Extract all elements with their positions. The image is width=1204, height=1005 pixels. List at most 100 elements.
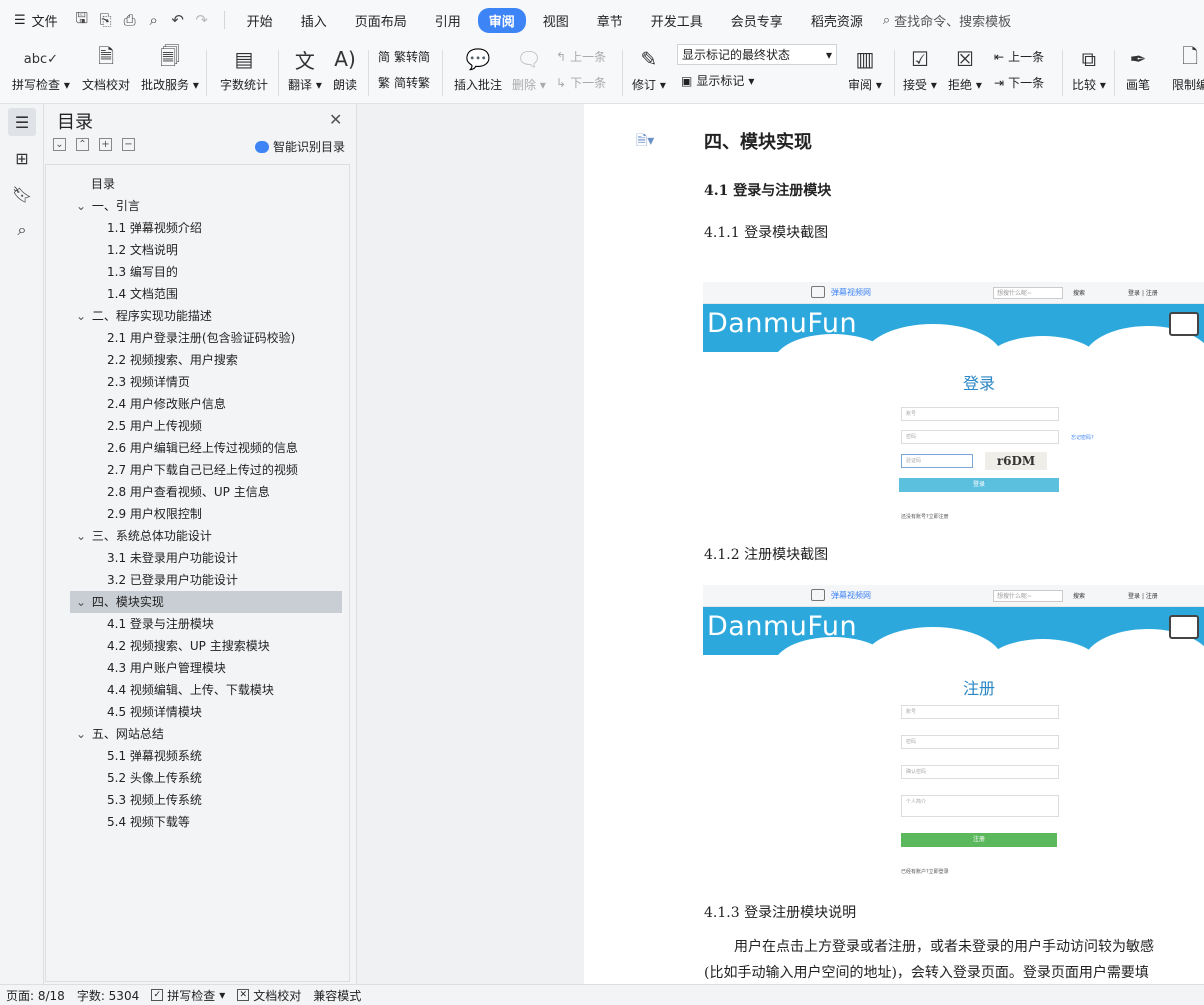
page-indicator[interactable]: 页面: 8/18: [0, 987, 71, 1004]
mascot-tv-icon: [1169, 312, 1199, 336]
word-count-button[interactable]: ▤ 字数统计: [220, 44, 268, 93]
export-icon[interactable]: ⎘: [98, 11, 114, 29]
tab-8[interactable]: 会员专享: [720, 8, 794, 33]
toc-item[interactable]: 1.4 文档范围: [46, 283, 342, 305]
toc-item[interactable]: 4.5 视频详情模块: [46, 701, 342, 723]
translate-button[interactable]: 文 翻译 ▾: [288, 44, 322, 93]
smart-toc-button[interactable]: 智能识别目录: [255, 138, 345, 155]
show-markup-button[interactable]: ▣ 显示标记 ▾: [681, 72, 754, 89]
toc-item[interactable]: 2.9 用户权限控制: [46, 503, 342, 525]
file-menu[interactable]: ☰ 文件: [0, 11, 68, 30]
status-doc-check[interactable]: ✕ 文档校对: [231, 987, 307, 1004]
collapse-down-icon[interactable]: ⌄: [53, 138, 66, 151]
tab-4[interactable]: 审阅: [477, 7, 526, 33]
tab-6[interactable]: 章节: [586, 8, 634, 33]
simp-to-trad-button[interactable]: 繁简转繁: [378, 74, 430, 91]
toc-item[interactable]: 4.4 视频编辑、上传、下载模块: [46, 679, 342, 701]
collapse-up-icon[interactable]: ⌃: [76, 138, 89, 151]
toc-item[interactable]: 4.2 视频搜索、UP 主搜索模块: [46, 635, 342, 657]
reject-button[interactable]: ☒ 拒绝 ▾: [948, 44, 982, 93]
tab-2[interactable]: 页面布局: [344, 8, 418, 33]
chevron-down-icon[interactable]: ⌄: [76, 727, 90, 741]
tab-7[interactable]: 开发工具: [640, 8, 714, 33]
insert-comment-label: 插入批注: [454, 78, 503, 92]
toc-item[interactable]: 4.1 登录与注册模块: [46, 613, 342, 635]
next-change-button[interactable]: ⇥ 下一条: [994, 74, 1044, 91]
toc-item[interactable]: 2.7 用户下载自己已经上传过的视频: [46, 459, 342, 481]
chevron-down-icon[interactable]: ⌄: [76, 199, 90, 213]
toc-item[interactable]: 2.8 用户查看视频、UP 主信息: [46, 481, 342, 503]
prev-comment-button[interactable]: ↰ 上一条: [556, 48, 606, 65]
undo-icon[interactable]: ↶: [170, 11, 186, 29]
tab-1[interactable]: 插入: [290, 8, 338, 33]
next-comment-label: 下一条: [570, 76, 607, 90]
status-spell-check[interactable]: ✓ 拼写检查 ▾: [145, 987, 231, 1004]
tab-0[interactable]: 开始: [236, 8, 284, 33]
toc-item[interactable]: ⌄ 四、模块实现: [70, 591, 342, 613]
spell-check-button[interactable]: abc✓ 拼写检查 ▾: [12, 44, 70, 93]
print-icon[interactable]: ⎙: [122, 11, 138, 29]
delete-comment-button[interactable]: 🗨 删除 ▾: [512, 44, 546, 93]
compat-mode: 兼容模式: [313, 988, 362, 1003]
toc-item[interactable]: 2.2 视频搜索、用户搜索: [46, 349, 342, 371]
command-search[interactable]: ⌕ 查找命令、搜索模板: [883, 11, 1011, 30]
toc-item[interactable]: 5.1 弹幕视频系统: [46, 745, 342, 767]
print-preview-icon[interactable]: ⌕: [146, 11, 162, 29]
tab-5[interactable]: 视图: [532, 8, 580, 33]
close-icon[interactable]: ✕: [329, 110, 342, 129]
toc-item[interactable]: 4.3 用户账户管理模块: [46, 657, 342, 679]
toc-item[interactable]: 1.1 弹幕视频介绍: [46, 217, 342, 239]
chevron-down-icon[interactable]: ⌄: [76, 595, 90, 609]
toc-item[interactable]: 2.5 用户上传视频: [46, 415, 342, 437]
accept-button[interactable]: ☑ 接受 ▾: [903, 44, 937, 93]
insert-comment-button[interactable]: 💬 插入批注: [454, 44, 502, 93]
add-level-icon[interactable]: +: [99, 138, 112, 151]
trad-to-simp-button[interactable]: 简繁转简: [378, 48, 430, 65]
toc-view-icon[interactable]: ☰: [8, 108, 36, 136]
markup-state-dropdown[interactable]: 显示标记的最终状态 ▾: [677, 44, 837, 65]
redo-icon[interactable]: ↷: [194, 11, 210, 29]
restrict-edit-button[interactable]: 🗋 限制编: [1172, 44, 1204, 93]
search-icon[interactable]: ⌕: [8, 216, 36, 244]
review-button[interactable]: ▥ 审阅 ▾: [848, 44, 882, 93]
pen-label: 画笔: [1126, 78, 1151, 92]
tab-9[interactable]: 稻壳资源: [800, 8, 874, 33]
toc-item[interactable]: 1.2 文档说明: [46, 239, 342, 261]
toc-item[interactable]: 2.6 用户编辑已经上传过视频的信息: [46, 437, 342, 459]
chapter-view-icon[interactable]: ⊞: [8, 144, 36, 172]
toc-item-label: 4.4 视频编辑、上传、下载模块: [107, 683, 274, 697]
toc-item[interactable]: 5.3 视频上传系统: [46, 789, 342, 811]
accept-icon: ☑: [910, 47, 929, 71]
tab-3[interactable]: 引用: [424, 8, 472, 33]
bookmark-icon[interactable]: 🔖︎: [8, 180, 36, 208]
toc-item[interactable]: 2.3 视频详情页: [46, 371, 342, 393]
toc-item[interactable]: 1.3 编写目的: [46, 261, 342, 283]
chevron-down-icon[interactable]: ⌄: [76, 529, 90, 543]
restrict-edit-label: 限制编: [1172, 78, 1204, 92]
save-icon[interactable]: 🖫: [74, 8, 90, 33]
remove-level-icon[interactable]: −: [122, 138, 135, 151]
toc-item[interactable]: 2.4 用户修改账户信息: [46, 393, 342, 415]
read-aloud-button[interactable]: A) 朗读: [333, 44, 357, 93]
toc-item[interactable]: ⌄ 五、网站总结: [70, 723, 342, 745]
pen-button[interactable]: ✒ 画笔: [1126, 44, 1150, 93]
toc-item[interactable]: 2.1 用户登录注册(包含验证码校验): [46, 327, 342, 349]
site-register-link: 注册: [1145, 593, 1158, 600]
word-count-indicator[interactable]: 字数: 5304: [71, 987, 145, 1004]
toc-item[interactable]: 目录: [46, 173, 342, 195]
toc-item[interactable]: 5.4 视频下载等: [46, 811, 342, 833]
toc-item[interactable]: 3.2 已登录用户功能设计: [46, 569, 342, 591]
paragraph-handle-icon[interactable]: 🗎▾: [636, 130, 654, 154]
toc-item[interactable]: 3.1 未登录用户功能设计: [46, 547, 342, 569]
toc-item[interactable]: ⌄ 二、程序实现功能描述: [70, 305, 342, 327]
batch-service-button[interactable]: 🗐 批改服务 ▾: [141, 44, 199, 93]
revise-button[interactable]: ✎ 修订 ▾: [632, 44, 666, 93]
toc-item[interactable]: 5.2 头像上传系统: [46, 767, 342, 789]
next-comment-button[interactable]: ↳ 下一条: [556, 74, 606, 91]
chevron-down-icon[interactable]: ⌄: [76, 309, 90, 323]
prev-change-button[interactable]: ⇤ 上一条: [994, 48, 1044, 65]
toc-item[interactable]: ⌄ 三、系统总体功能设计: [70, 525, 342, 547]
doc-check-button[interactable]: 🗎 文档校对: [82, 44, 130, 93]
toc-item[interactable]: ⌄ 一、引言: [70, 195, 342, 217]
compare-button[interactable]: ⧉ 比较 ▾: [1072, 44, 1106, 93]
